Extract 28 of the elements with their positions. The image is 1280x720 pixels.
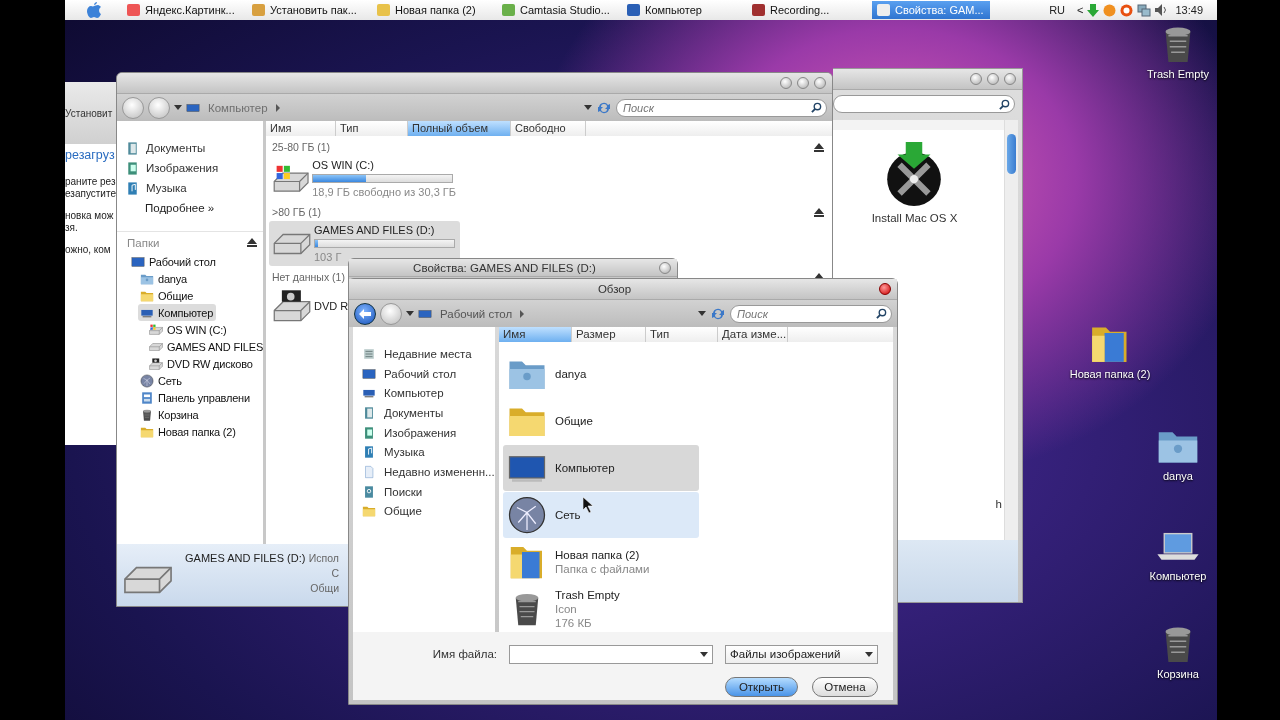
file-name: danya	[555, 368, 587, 380]
drive-name: OS WIN (C:)	[312, 159, 375, 171]
text-line: езапустите	[65, 188, 117, 200]
field-label: Имя файла:	[431, 648, 497, 661]
property-label: Испол	[308, 552, 339, 564]
file-detail: 176 КБ	[555, 617, 593, 629]
window-title: Обзор	[596, 283, 633, 295]
drive-name: GAMES AND FILES (D:)	[185, 552, 307, 564]
file-name: Новая папка (2)	[555, 549, 641, 561]
property-label: Общи	[310, 582, 339, 594]
text-line: зя.	[65, 222, 79, 234]
free-space-text: 18,9 ГБ свободно из 30,3 ГБ	[312, 186, 456, 198]
heading: резагруз	[65, 148, 116, 162]
text-line: ожно, ком	[65, 244, 112, 256]
free-space-text: 103 Г	[314, 251, 343, 263]
file-name: Компьютер	[555, 462, 615, 474]
clock: 13:49	[1175, 4, 1203, 16]
drive-name: GAMES AND FILES (D:)	[314, 224, 436, 236]
file-name: Общие	[555, 415, 593, 427]
file-name: Сеть	[555, 509, 581, 521]
file-detail: Папка с файлами	[555, 563, 650, 575]
text-line: новка мож	[65, 210, 115, 222]
text-line: раните рез	[65, 176, 117, 188]
file-name: Trash Empty	[555, 589, 620, 601]
file-detail: Icon	[555, 603, 578, 615]
window-title: Установит	[65, 108, 113, 119]
drive-name: DVD R	[314, 299, 349, 312]
property-label: С	[331, 567, 339, 579]
